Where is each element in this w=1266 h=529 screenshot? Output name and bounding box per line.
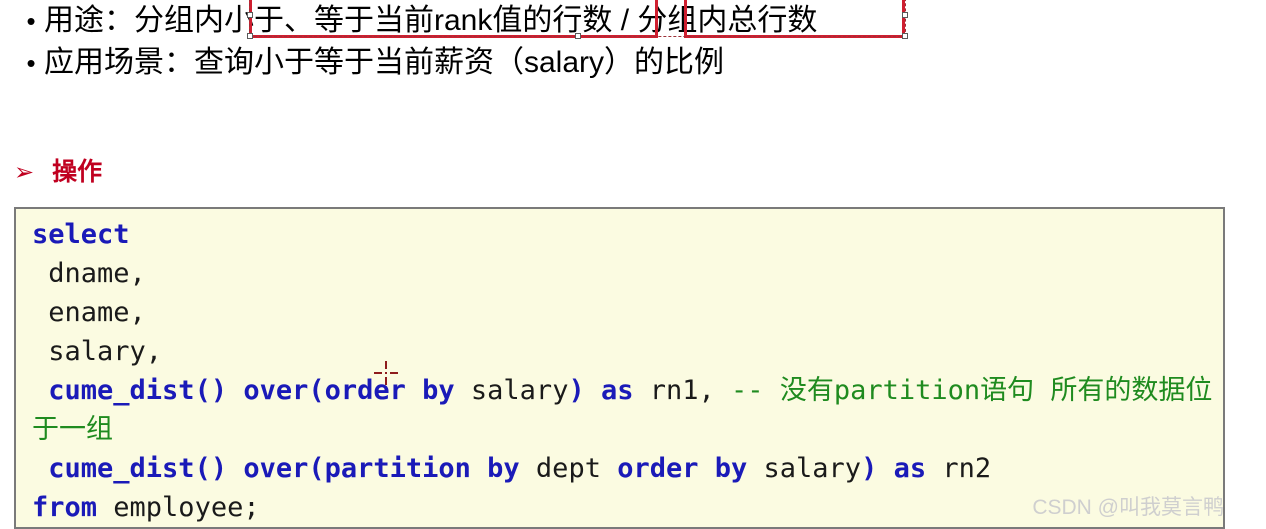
code-token: ename,: [32, 297, 146, 328]
code-token: salary: [454, 375, 569, 406]
code-token: from: [32, 492, 98, 523]
bullet-text-purpose: 用途：分组内小于、等于当前rank值的行数 / 分组内总行数: [44, 4, 818, 37]
code-token: salary,: [32, 336, 163, 367]
csdn-watermark: CSDN @叫我莫言鸭: [1032, 496, 1224, 519]
code-token: rn1,: [633, 375, 732, 406]
code-token: select: [32, 219, 130, 250]
code-token: ): [568, 375, 585, 406]
arrow-right-icon: ➢: [14, 159, 35, 186]
bullet-text-scenario: 应用场景：查询小于等于当前薪资（salary）的比例: [44, 46, 725, 79]
bullet-item-scenario: • 应用场景：查询小于等于当前薪资（salary）的比例: [0, 42, 1266, 84]
code-token: as: [600, 375, 634, 406]
code-token: salary: [747, 453, 862, 484]
section-heading-label: 操作: [52, 158, 103, 186]
code-token: cume_dist() over(order by: [32, 375, 455, 406]
code-text: select dname, ename, salary, cume_dist()…: [16, 215, 1223, 527]
code-block: select dname, ename, salary, cume_dist()…: [14, 207, 1225, 529]
code-token: cume_dist() over(partition by: [32, 453, 520, 484]
code-token: ): [861, 453, 878, 484]
bullet-item-purpose: • 用途：分组内小于、等于当前rank值的行数 / 分组内总行数: [0, 0, 1266, 42]
bullet-list: • 用途：分组内小于、等于当前rank值的行数 / 分组内总行数 • 应用场景：查询…: [0, 0, 1266, 84]
code-token: as: [893, 453, 927, 484]
bullet-marker-icon: •: [26, 48, 36, 78]
code-token: dept: [519, 453, 618, 484]
code-token: order by: [617, 453, 748, 484]
code-token: rn2: [926, 453, 992, 484]
section-heading-operation: ➢ 操作: [14, 152, 102, 188]
code-token: employee;: [97, 492, 260, 523]
code-token: dname,: [32, 258, 146, 289]
bullet-marker-icon: •: [26, 6, 36, 36]
